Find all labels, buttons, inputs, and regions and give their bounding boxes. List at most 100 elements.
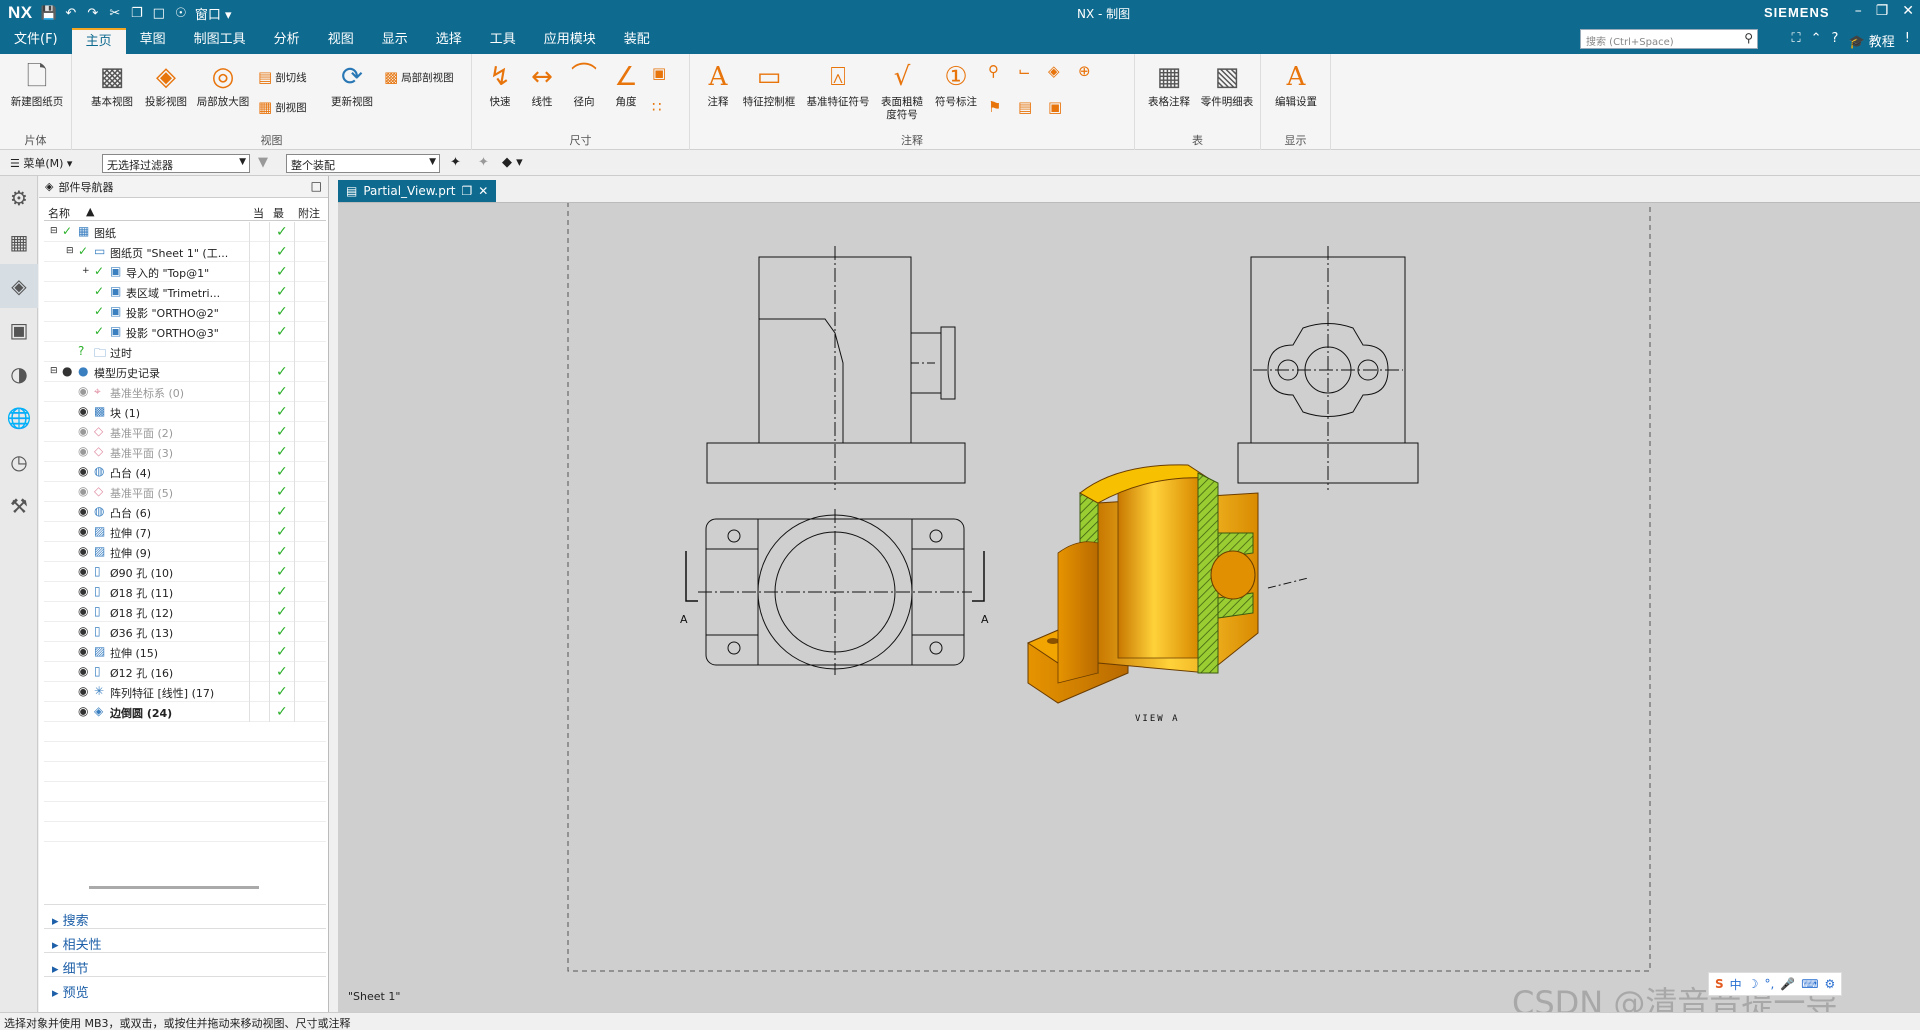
column-comment[interactable]: 附注 (298, 205, 320, 221)
microphone-icon[interactable]: ☉ (173, 6, 189, 21)
tab-float-icon[interactable]: ❐ (462, 184, 473, 198)
section-view-button[interactable]: ▦ 剖视图 (258, 98, 307, 116)
tree-row[interactable]: ? 🗀 过时 (44, 342, 326, 362)
tree-row[interactable]: ◉ ⌖ 基准坐标系 (0) ✓ (44, 382, 326, 402)
id-symbol-button[interactable]: ① 符号标注 (930, 60, 982, 109)
tutorial-link[interactable]: 🎓 教程 (1848, 31, 1894, 50)
tabular-note-button[interactable]: ▦ 表格注释 (1143, 60, 1195, 109)
tree-row[interactable]: ◉ ◍ 凸台 (6) ✓ (44, 502, 326, 522)
fcf-button[interactable]: ▭ 特征控制框 (738, 60, 800, 109)
select-icon[interactable]: ✦ (478, 155, 489, 170)
tree-row[interactable]: ◉ ▩ 块 (1) ✓ (44, 402, 326, 422)
visibility-eye-icon[interactable]: ◉ (78, 584, 88, 598)
tree-row[interactable]: ◉ ◍ 凸台 (4) ✓ (44, 462, 326, 482)
type-filter-select[interactable]: 无选择过滤器 ▼ (102, 154, 250, 173)
paste-icon[interactable]: □ (151, 6, 167, 21)
image-button[interactable]: ▣ (1048, 98, 1062, 116)
target-button[interactable]: ⊕ (1078, 62, 1091, 80)
filter-icon[interactable]: ▼ (258, 155, 268, 170)
menu-tab[interactable]: 装配 (610, 28, 664, 54)
edit-settings-button[interactable]: A 编辑设置 (1267, 60, 1325, 109)
angular-dim-button[interactable]: ∠ 角度 (606, 60, 646, 109)
base-view-button[interactable]: ▩ 基本视图 (86, 60, 138, 109)
ordinate-dim-button[interactable]: ∷ (652, 98, 662, 116)
menu-tab[interactable]: 应用模块 (530, 28, 610, 54)
restore-icon[interactable]: ❐ (1876, 3, 1889, 19)
tree-row[interactable]: ◉ ▯ Ø18 孔 (12) ✓ (44, 602, 326, 622)
checkmark-icon[interactable]: ✓ (94, 324, 104, 338)
menu-tab[interactable]: 主页 (71, 28, 126, 54)
window-menu[interactable]: 窗口 ▾ (195, 4, 232, 23)
ime-lang[interactable]: 中 (1730, 976, 1742, 993)
tree-row[interactable]: + ✓ ▣ 导入的 "Top@1" ✓ (44, 262, 326, 282)
checkmark-icon[interactable]: ✓ (94, 284, 104, 298)
expand-toggle-icon[interactable]: + (82, 266, 90, 276)
visibility-eye-icon[interactable]: ◉ (78, 684, 88, 698)
visibility-eye-icon[interactable]: ◉ (78, 604, 88, 618)
tree-row[interactable]: ◉ ✳ 阵列特征 [线性] (17) ✓ (44, 682, 326, 702)
navigator-section[interactable]: ▸ 细节 (44, 952, 326, 977)
tree-row[interactable]: ◉ ◇ 基准平面 (3) ✓ (44, 442, 326, 462)
expand-toggle-icon[interactable]: ⊟ (50, 226, 58, 236)
tree-row[interactable]: ✓ ▣ 表区域 "Trimetri... ✓ (44, 282, 326, 302)
new-sheet-button[interactable]: 🗋 新建图纸页 (8, 60, 66, 109)
rapid-dim-button[interactable]: ↯ 快速 (480, 60, 520, 109)
visibility-eye-icon[interactable]: ◉ (78, 524, 88, 538)
ime-toolbar[interactable]: S 中 ☽ °, 🎤 ⌨ ⚙ (1708, 972, 1843, 996)
column-current[interactable]: 当 (253, 205, 264, 221)
menu-tab[interactable]: 分析 (260, 28, 314, 54)
parts-list-button[interactable]: ▧ 零件明细表 (1197, 60, 1257, 109)
snap-icon[interactable]: ✦ (450, 155, 461, 170)
document-tab[interactable]: ▤ Partial_View.prt ❐ ✕ (338, 180, 497, 202)
tree-row[interactable]: ◉ ▨ 拉伸 (9) ✓ (44, 542, 326, 562)
linear-dim-button[interactable]: ↔ 线性 (522, 60, 562, 109)
projected-view-button[interactable]: ◈ 投影视图 (140, 60, 192, 109)
note-button[interactable]: A 注释 (698, 60, 738, 109)
cut-icon[interactable]: ✂ (107, 6, 123, 21)
tree-row[interactable]: ✓ ▣ 投影 "ORTHO@3" ✓ (44, 322, 326, 342)
settings-gear-icon[interactable]: ⚙ (0, 176, 38, 220)
history-icon[interactable]: ◷ (0, 440, 38, 484)
tree-row[interactable]: ◉ ◇ 基准平面 (5) ✓ (44, 482, 326, 502)
menu-tab[interactable]: 文件(F) (0, 28, 72, 54)
menu-tab[interactable]: 选择 (422, 28, 476, 54)
ime-moon-icon[interactable]: ☽ (1748, 977, 1759, 991)
redo-icon[interactable]: ↷ (85, 6, 101, 21)
menu-tab[interactable]: 制图工具 (180, 28, 260, 54)
visibility-eye-icon[interactable]: ◉ (78, 464, 88, 478)
visibility-eye-icon[interactable]: ◉ (78, 444, 88, 458)
section-line-button[interactable]: ▤ 剖切线 (258, 68, 307, 86)
crosshatch-button[interactable]: ⌙ (1018, 62, 1031, 80)
fill-button[interactable]: ◈ (1048, 62, 1060, 80)
navigator-section[interactable]: ▸ 预览 (44, 976, 326, 1001)
expand-toggle-icon[interactable]: ⊟ (50, 366, 58, 376)
ime-punct-icon[interactable]: °, (1764, 977, 1774, 991)
tree-row[interactable]: ◉ ▯ Ø18 孔 (11) ✓ (44, 582, 326, 602)
save-icon[interactable]: 💾 (41, 6, 57, 21)
command-search-input[interactable]: 搜索 (Ctrl+Space) ⚲ (1580, 29, 1758, 49)
visibility-eye-icon[interactable]: ◉ (78, 644, 88, 658)
alert-icon[interactable]: ! (1905, 31, 1910, 50)
reuse-library-icon[interactable]: ◑ (0, 352, 38, 396)
tree-row[interactable]: ⊟ ✓ ▭ 图纸页 "Sheet 1" (工... ✓ (44, 242, 326, 262)
main-menu-button[interactable]: ☰ 菜单(M) ▾ (0, 155, 82, 171)
visibility-eye-icon[interactable]: ◉ (78, 564, 88, 578)
visibility-eye-icon[interactable]: ◉ (78, 504, 88, 518)
help-icon[interactable]: ? (1832, 31, 1839, 50)
ime-skin-icon[interactable]: ⚙ (1825, 977, 1836, 991)
tree-row[interactable]: ⊟ ✓ ▦ 图纸 ✓ (44, 222, 326, 242)
tree-row[interactable]: ◉ ▨ 拉伸 (7) ✓ (44, 522, 326, 542)
break-out-section-button[interactable]: ▩ 局部剖视图 (384, 68, 454, 86)
tree-row[interactable]: ◉ ◇ 基准平面 (2) ✓ (44, 422, 326, 442)
visibility-eye-icon[interactable]: ◉ (78, 544, 88, 558)
assembly-navigator-icon[interactable]: ▦ (0, 220, 38, 264)
menu-tab[interactable]: 显示 (368, 28, 422, 54)
visibility-eye-icon[interactable]: ◉ (78, 624, 88, 638)
checkmark-icon[interactable]: ✓ (94, 264, 104, 278)
surface-finish-button[interactable]: √ 表面粗糙 度符号 (876, 60, 928, 122)
navigator-section[interactable]: ▸ 搜索 (44, 904, 326, 929)
ime-mic-icon[interactable]: 🎤 (1780, 977, 1795, 991)
minimize-icon[interactable]: – (1855, 3, 1862, 19)
tree-row[interactable]: ◉ ▯ Ø12 孔 (16) ✓ (44, 662, 326, 682)
hatch-button[interactable]: ▤ (1018, 98, 1032, 116)
